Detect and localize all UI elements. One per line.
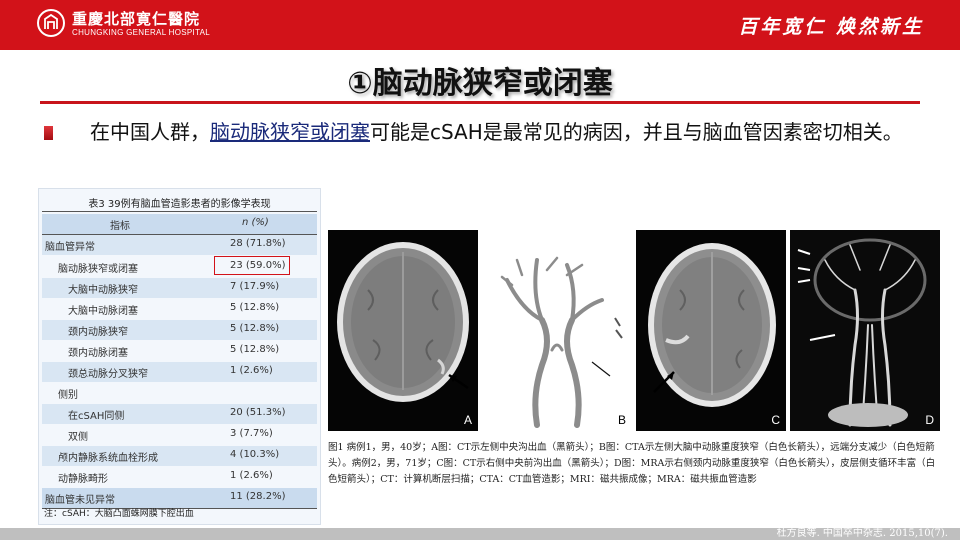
bullet-text-highlight: 脑动脉狭窄或闭塞	[210, 120, 370, 144]
table-header-n: n (%)	[242, 217, 269, 228]
row-label: 在cSAH同侧	[68, 411, 125, 422]
figure-caption: 图1 病例1，男，40岁；A图：CT示左侧中央沟出血（黑箭头）；B图：CTA示左…	[328, 442, 936, 485]
row-label: 大脑中动脉闭塞	[68, 306, 138, 317]
bullet-text-post: 可能是cSAH是最常见的病因，并且与脑血管因素密切相关。	[370, 120, 903, 144]
figure-panel: A B C D 图1 病例1，男，40岁；A图：CT示左侧中央沟出血（黑箭头）；…	[325, 226, 945, 491]
cta-image-b: B	[482, 230, 632, 431]
row-value: 1 (2.6%)	[230, 470, 273, 481]
table-row: 颈总动脉分叉狭窄 1 (2.6%)	[42, 362, 317, 382]
mra-image-d: D	[790, 230, 940, 431]
highlight-box	[214, 256, 290, 275]
table-rule-top	[42, 211, 317, 212]
table-row: 双侧 3 (7.7%)	[42, 425, 317, 445]
panel-label-c: C	[771, 413, 780, 427]
hospital-slogan: 百年宽仁 焕然新生	[738, 16, 924, 38]
panel-label-a: A	[463, 413, 472, 427]
table-row: 大脑中动脉狭窄 7 (17.9%)	[42, 278, 317, 298]
row-value: 5 (12.8%)	[230, 344, 280, 355]
title-divider	[40, 101, 920, 104]
table-caption: 表3 39例有脑血管造影患者的影像学表现	[88, 199, 271, 210]
source-citation: 杜方良等. 中国卒中杂志. 2015,10(7).	[776, 528, 948, 539]
table-header-indicator: 指标	[110, 221, 130, 232]
row-value: 11 (28.2%)	[230, 491, 286, 502]
table-row: 颈内动脉闭塞 5 (12.8%)	[42, 341, 317, 361]
table-row: 侧别	[42, 383, 317, 403]
row-value: 3 (7.7%)	[230, 428, 273, 439]
row-value: 4 (10.3%)	[230, 449, 280, 460]
row-label: 颈内动脉闭塞	[68, 348, 128, 359]
row-value: 28 (71.8%)	[230, 238, 286, 249]
ct-image-a: A	[328, 230, 478, 431]
hospital-logo-icon	[37, 9, 65, 37]
row-label: 颅内静脉系统血栓形成	[58, 453, 158, 464]
row-label: 脑动脉狭窄或闭塞	[58, 264, 138, 275]
table-row: 在cSAH同侧 20 (51.3%)	[42, 404, 317, 424]
hospital-name-cn: 重慶北部寛仁醫院	[72, 10, 201, 28]
mra-vessels-d-icon	[790, 230, 940, 431]
bullet-text-pre: 在中国人群，	[90, 120, 210, 144]
row-label: 颈总动脉分叉狭窄	[68, 369, 148, 380]
table-row: 大脑中动脉闭塞 5 (12.8%)	[42, 299, 317, 319]
row-label: 双侧	[68, 432, 88, 443]
hospital-name-en: CHUNGKING GENERAL HOSPITAL	[72, 28, 211, 37]
panel-label-d: D	[925, 413, 934, 427]
table-row: 颅内静脉系统血栓形成 4 (10.3%)	[42, 446, 317, 466]
table-note: 注：cSAH：大脑凸面蛛网膜下腔出血	[44, 509, 194, 519]
row-label: 侧别	[58, 390, 78, 401]
ct-scan-c-icon	[636, 230, 786, 431]
table-row: 动静脉畸形 1 (2.6%)	[42, 467, 317, 487]
row-value: 20 (51.3%)	[230, 407, 286, 418]
table-header-row: 指标 n (%)	[42, 214, 317, 234]
table-row: 脑血管未见异常 11 (28.2%)	[42, 488, 317, 508]
slide-title: ①脑动脉狭窄或闭塞	[347, 66, 613, 101]
imaging-table: 表3 39例有脑血管造影患者的影像学表现 指标 n (%) 脑血管异常 28 (7…	[38, 188, 321, 525]
row-value: 1 (2.6%)	[230, 365, 273, 376]
row-label: 大脑中动脉狭窄	[68, 285, 138, 296]
ct-scan-a-icon	[328, 230, 478, 431]
panel-label-b: B	[617, 413, 626, 427]
row-value: 5 (12.8%)	[230, 302, 280, 313]
row-label: 颈内动脉狭窄	[68, 327, 128, 338]
bullet-marker-icon	[44, 126, 53, 140]
bullet-text: 在中国人群，脑动脉狭窄或闭塞可能是cSAH是最常见的病因，并且与脑血管因素密切相…	[90, 117, 940, 148]
row-value: 5 (12.8%)	[230, 323, 280, 334]
row-label: 动静脉畸形	[58, 474, 108, 485]
row-label: 脑血管未见异常	[45, 495, 115, 506]
table-row: 颈内动脉狭窄 5 (12.8%)	[42, 320, 317, 340]
ct-image-c: C	[636, 230, 786, 431]
row-value: 7 (17.9%)	[230, 281, 280, 292]
table-row: 脑血管异常 28 (71.8%)	[42, 235, 317, 255]
header-bar: 重慶北部寛仁醫院 CHUNGKING GENERAL HOSPITAL 百年宽仁…	[0, 0, 960, 50]
row-label: 脑血管异常	[45, 242, 95, 253]
cta-vessels-b-icon	[482, 230, 632, 431]
